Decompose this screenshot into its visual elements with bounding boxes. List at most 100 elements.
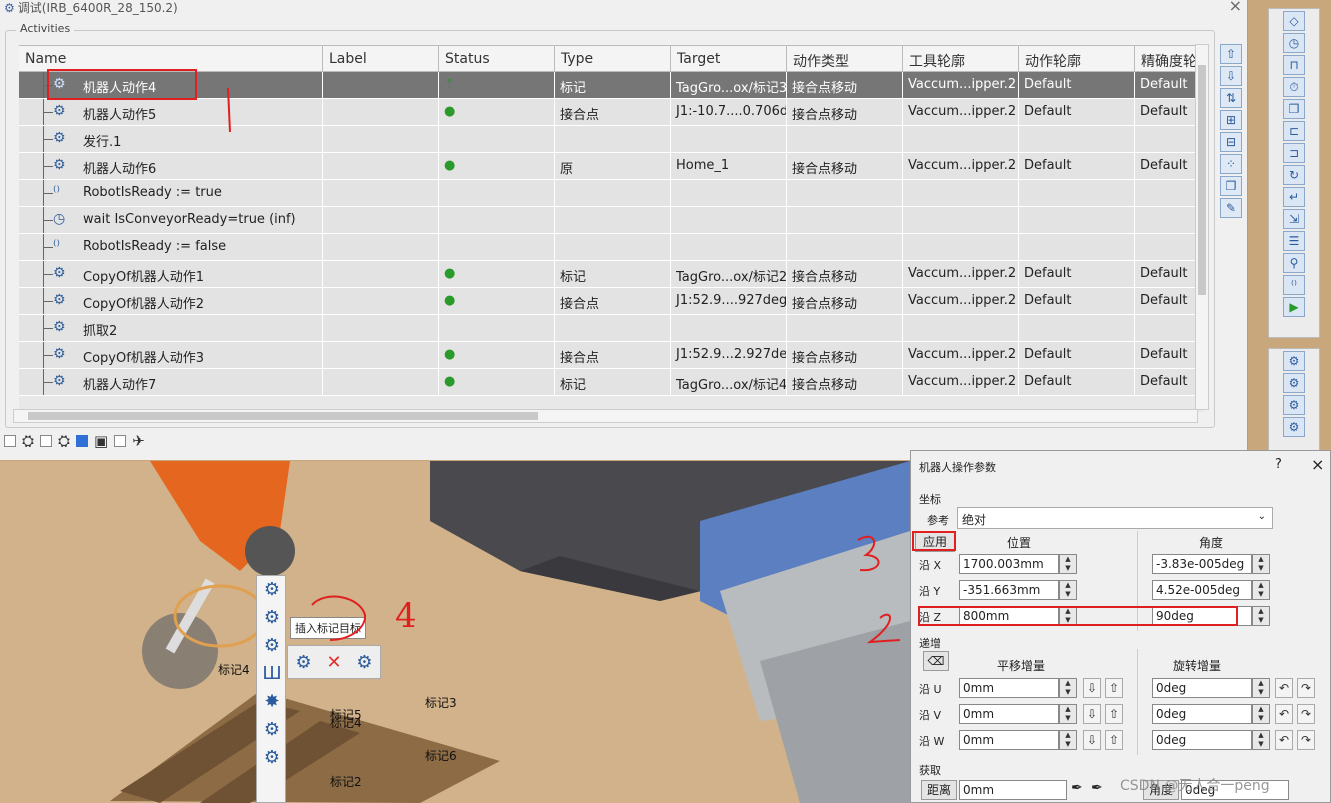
- translate-increment-field[interactable]: 0mm: [959, 678, 1059, 698]
- eraser-button[interactable]: ⌫: [923, 651, 949, 671]
- table-row[interactable]: ◷ wait IsConveyorReady=true (inf): [19, 207, 1204, 234]
- option-checkbox-checked[interactable]: [76, 435, 89, 447]
- 3d-viewport[interactable]: 标记4 标记5 标记4 标记3 标记6 标记2: [0, 461, 910, 803]
- insert-target-icon[interactable]: ⚙: [259, 606, 285, 632]
- distance-button[interactable]: 距离: [921, 780, 957, 800]
- call-icon[interactable]: ⇲: [1283, 209, 1305, 229]
- rotate-minus-icon[interactable]: ↶: [1275, 704, 1293, 724]
- clock-icon[interactable]: ◷: [1283, 33, 1305, 53]
- spin-button[interactable]: ▲ ▼: [1252, 554, 1270, 574]
- spin-button[interactable]: ▲ ▼: [1252, 606, 1270, 626]
- pulse-icon[interactable]: ⊓: [1283, 55, 1305, 75]
- position-field[interactable]: 1700.003mm: [959, 554, 1059, 574]
- angle-field[interactable]: -3.83e-005deg: [1152, 554, 1252, 574]
- robot-teach-icon[interactable]: ⚙: [1283, 351, 1305, 371]
- pick-point-icon[interactable]: ✒: [1071, 780, 1083, 796]
- table-row[interactable]: ⚙ CopyOf机器人动作2 ● 接合点 J1:52.9....927deg 接合点移动 V…: [19, 288, 1204, 315]
- link-icon[interactable]: ⊏: [1283, 121, 1305, 141]
- column-header-type[interactable]: Type: [555, 45, 671, 71]
- help-button[interactable]: ?: [1275, 457, 1282, 472]
- move-up-icon[interactable]: ⇧: [1220, 44, 1242, 64]
- diamond-icon[interactable]: ◇: [1283, 11, 1305, 31]
- rotate-minus-icon[interactable]: ↶: [1275, 678, 1293, 698]
- spin-button[interactable]: ▲ ▼: [1252, 678, 1270, 698]
- vertical-scrollbar[interactable]: [1195, 44, 1209, 410]
- translate-increment-field[interactable]: 0mm: [959, 704, 1059, 724]
- spin-button[interactable]: ▲ ▼: [1059, 704, 1077, 724]
- return-icon[interactable]: ↵: [1283, 187, 1305, 207]
- loop-icon[interactable]: ↻: [1283, 165, 1305, 185]
- move-down-icon[interactable]: ⇩: [1220, 66, 1242, 86]
- timer-icon[interactable]: ⏱: [1283, 77, 1305, 97]
- copy-icon[interactable]: ❐: [1220, 176, 1242, 196]
- translate-plus-icon[interactable]: ⇧: [1105, 704, 1123, 724]
- table-row[interactable]: ⚙ 发行.1: [19, 126, 1204, 153]
- reference-select[interactable]: 绝对 ⌄: [957, 507, 1273, 529]
- spin-button[interactable]: ▲ ▼: [1059, 678, 1077, 698]
- translate-increment-field[interactable]: 0mm: [959, 730, 1059, 750]
- settings-icon[interactable]: ⚙: [259, 746, 285, 772]
- close-button[interactable]: ×: [1229, 0, 1242, 14]
- collapse-icon[interactable]: ⁘: [1220, 154, 1242, 174]
- option-checkbox[interactable]: [40, 435, 53, 447]
- column-header-target[interactable]: Target: [671, 45, 787, 71]
- table-row[interactable]: ⚙ 机器人动作7 ● 标记 TagGro...ox/标记4 接合点移动 Vaccum...i…: [19, 369, 1204, 396]
- insert-joint-icon[interactable]: ⚙: [259, 634, 285, 660]
- robot-move-icon[interactable]: ⚙: [1283, 373, 1305, 393]
- insert-signal-icon[interactable]: Ш: [259, 662, 285, 688]
- signal-icon[interactable]: ⁽⁾: [1283, 275, 1305, 295]
- spin-button[interactable]: ▲ ▼: [1252, 704, 1270, 724]
- play-icon[interactable]: ▶: [1283, 297, 1305, 317]
- translate-plus-icon[interactable]: ⇧: [1105, 730, 1123, 750]
- translate-plus-icon[interactable]: ⇧: [1105, 678, 1123, 698]
- column-header-label[interactable]: Label: [323, 45, 439, 71]
- gear-link-icon[interactable]: ⚙: [259, 718, 285, 744]
- rotate-plus-icon[interactable]: ↷: [1297, 678, 1315, 698]
- scrollbar-thumb[interactable]: [28, 412, 538, 420]
- rotate-increment-field[interactable]: 0deg: [1152, 730, 1252, 750]
- tree-expand-icon[interactable]: ⊞: [1220, 110, 1242, 130]
- rotate-plus-icon[interactable]: ↷: [1297, 730, 1315, 750]
- chain-icon[interactable]: ⊐: [1283, 143, 1305, 163]
- angle-field[interactable]: 4.52e-005deg: [1152, 580, 1252, 600]
- column-header-motion-profile[interactable]: 动作轮廓: [1019, 45, 1135, 71]
- table-row[interactable]: ⚙ 抓取2: [19, 315, 1204, 342]
- translate-minus-icon[interactable]: ⇩: [1083, 730, 1101, 750]
- column-header-tool-profile[interactable]: 工具轮廓: [903, 45, 1019, 71]
- robot-release-icon[interactable]: ⚙: [1283, 417, 1305, 437]
- spin-button[interactable]: ▲ ▼: [1059, 730, 1077, 750]
- rotate-increment-field[interactable]: 0deg: [1152, 678, 1252, 698]
- table-row[interactable]: ⚙ CopyOf机器人动作3 ● 接合点 J1:52.9...2.927deg 接合点移动…: [19, 342, 1204, 369]
- option-checkbox[interactable]: [114, 435, 127, 447]
- position-field[interactable]: -351.663mm: [959, 580, 1059, 600]
- teach-icon[interactable]: ✸: [259, 690, 285, 716]
- spin-button[interactable]: ▲ ▼: [1059, 580, 1077, 600]
- list-icon[interactable]: ☰: [1283, 231, 1305, 251]
- rotate-minus-icon[interactable]: ↶: [1275, 730, 1293, 750]
- column-header-status[interactable]: Status: [439, 45, 555, 71]
- option-checkbox[interactable]: [4, 435, 16, 447]
- robot-grab-icon[interactable]: ⚙: [1283, 395, 1305, 415]
- translate-minus-icon[interactable]: ⇩: [1083, 704, 1101, 724]
- delete-icon[interactable]: ✕: [326, 652, 341, 673]
- target-settings-icon[interactable]: ⚙: [356, 652, 372, 673]
- spin-button[interactable]: ▲ ▼: [1252, 580, 1270, 600]
- table-row[interactable]: ⚙ CopyOf机器人动作1 ● 标记 TagGro...ox/标记2 接合点移动 Vacc…: [19, 261, 1204, 288]
- insert-tag-target-icon[interactable]: ⚙: [259, 578, 285, 604]
- column-header-name[interactable]: Name: [19, 45, 323, 71]
- brush-icon[interactable]: ✎: [1220, 198, 1242, 218]
- scrollbar-thumb[interactable]: [1198, 65, 1206, 295]
- add-target-icon[interactable]: ⚙: [295, 652, 311, 673]
- rotate-plus-icon[interactable]: ↷: [1297, 704, 1315, 724]
- column-header-precision-profile[interactable]: 精确度轮: [1135, 45, 1199, 71]
- table-row[interactable]: ⚙ 机器人动作5 ●接合点J1:-10.7....0.706deg接合点移动Vacc…: [19, 99, 1204, 126]
- tree-branch-icon[interactable]: ⊟: [1220, 132, 1242, 152]
- swap-icon[interactable]: ⇅: [1220, 88, 1242, 108]
- spin-button[interactable]: ▲ ▼: [1059, 554, 1077, 574]
- translate-minus-icon[interactable]: ⇩: [1083, 678, 1101, 698]
- distance-value-field[interactable]: 0mm: [959, 780, 1067, 800]
- pick-icon[interactable]: ⚲: [1283, 253, 1305, 273]
- close-button[interactable]: ×: [1311, 455, 1324, 474]
- pick-point-icon[interactable]: ✒: [1091, 780, 1103, 796]
- column-header-move-type[interactable]: 动作类型: [787, 45, 903, 71]
